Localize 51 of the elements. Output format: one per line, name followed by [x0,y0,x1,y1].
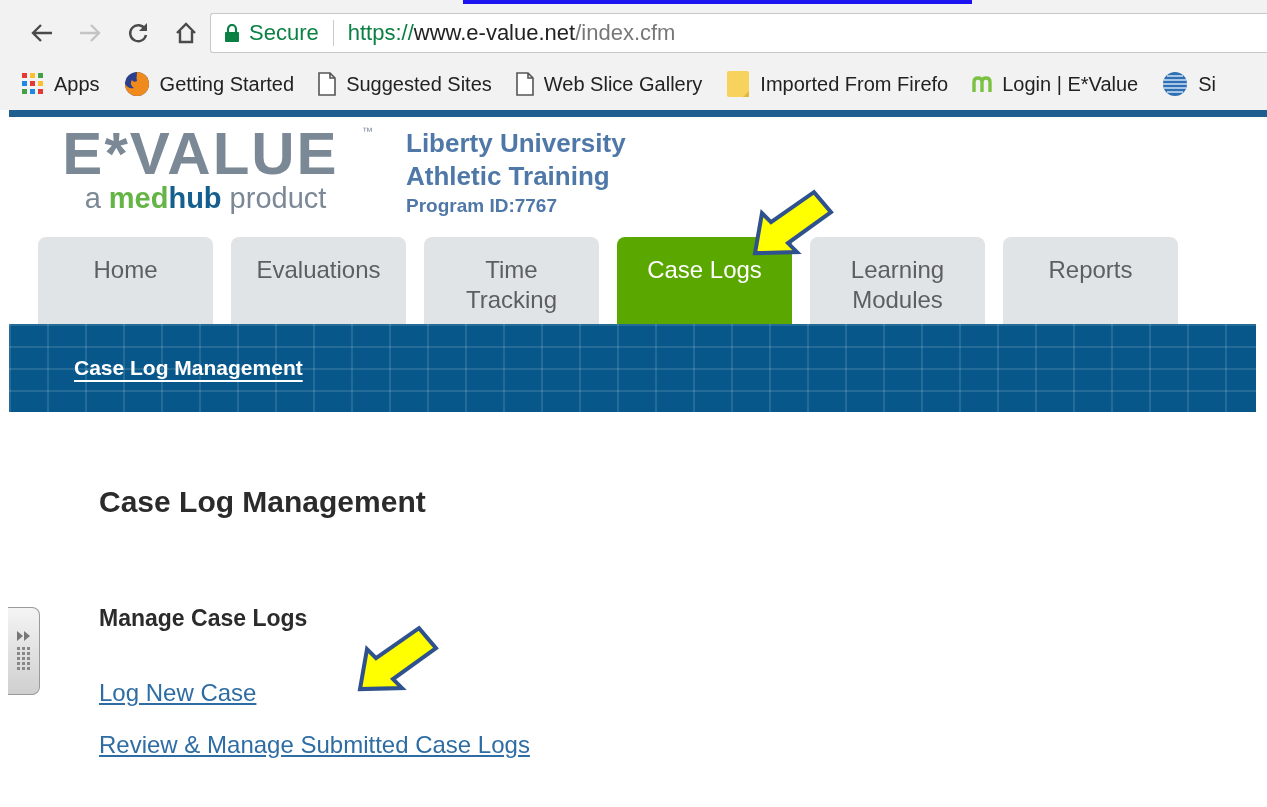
home-icon [175,22,197,44]
logo-wordmark: E*VALUE [62,127,339,181]
url-scheme: https:// [347,20,414,46]
back-icon [31,23,53,43]
nav-tab[interactable]: Time Tracking [424,237,599,324]
logo-tagline: hub [168,181,222,215]
grip-icon [16,647,31,671]
bookmark[interactable]: Getting Started [123,71,295,97]
trademark-sign: ™ [362,125,373,137]
address-bar[interactable]: Secure https://www.e-value.net/index.cfm [210,13,1267,53]
nav-tab[interactable]: Home [38,237,213,324]
logo-tagline: product [229,181,327,215]
folder-icon [726,70,751,98]
case-log-link[interactable]: Log New Case [99,678,257,708]
page-icon [318,72,337,96]
apps-grid-icon [22,73,44,95]
logo-tagline: med [108,181,169,215]
page-title: Case Log Management [99,484,427,520]
forward-icon [79,23,101,43]
subnav-link[interactable]: Case Log Management [74,356,303,380]
bookmark-label: Getting Started [159,72,295,96]
bookmark-label: Imported From Firefo [760,72,949,96]
nav-tab[interactable]: Reports [1003,237,1178,324]
firefox-icon [123,71,150,97]
globe-icon [1162,71,1189,97]
logo-tagline: a [84,181,101,215]
lock-icon [225,24,239,42]
double-chevron-icon [16,631,31,641]
nav-tab[interactable]: Learning Modules [810,237,985,324]
program-name: Athletic Training [406,160,611,193]
bookmark[interactable]: Login | E*Value [972,72,1139,96]
secure-label: Secure [249,20,319,46]
page-icon [515,72,534,96]
bookmark[interactable]: Imported From Firefo [726,70,949,98]
url-host: www.e-value.net [413,20,576,46]
section-heading: Manage Case Logs [99,604,309,633]
bookmark[interactable]: Apps [22,72,100,96]
institution-name: Liberty University [406,127,626,160]
case-log-link[interactable]: Review & Manage Submitted Case Logs [99,730,530,760]
reload-icon [127,22,149,44]
bookmark-label: Suggested Sites [346,72,492,96]
side-panel-handle[interactable] [8,607,40,695]
bookmark-label: Apps [54,72,100,96]
bookmark[interactable]: Suggested Sites [318,72,492,96]
m-logo-icon [972,76,993,92]
bookmark-label: Si [1198,72,1217,96]
url-path: /index.cfm [575,20,676,46]
bookmark[interactable]: Si [1162,71,1217,97]
program-id: Program ID:7767 [406,194,558,218]
nav-tab[interactable]: Evaluations [231,237,406,324]
bookmark-label: Login | E*Value [1002,72,1139,96]
